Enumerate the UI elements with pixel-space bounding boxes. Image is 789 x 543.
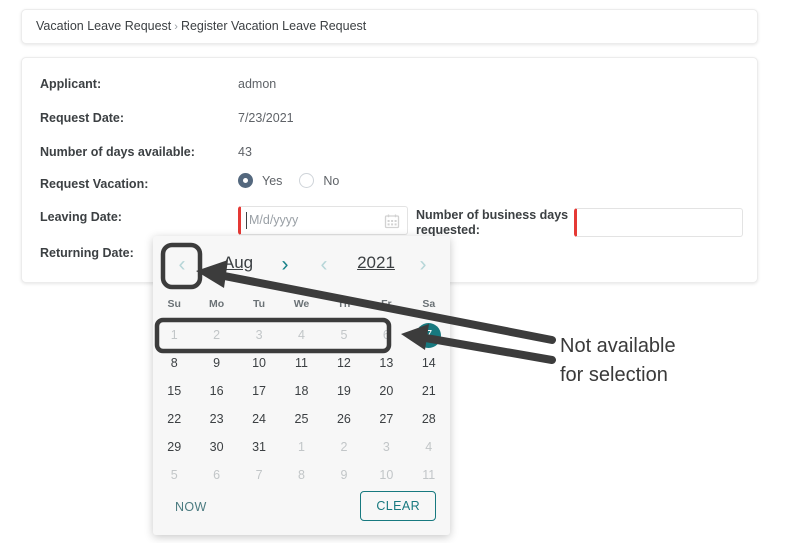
day-cell[interactable]: 31	[238, 433, 280, 461]
radio-yes[interactable]	[238, 173, 253, 188]
breadcrumb-current: Register Vacation Leave Request	[180, 19, 367, 33]
day-cell: 6	[213, 468, 221, 482]
day-cell: 9	[340, 468, 348, 482]
chevron-right-icon-year[interactable]: ›	[412, 253, 434, 277]
day-cell[interactable]: 10	[238, 349, 280, 377]
day-cell[interactable]: 17	[238, 377, 280, 405]
business-days-label: Number of business days requested:	[416, 208, 569, 237]
day-cell: 4	[298, 328, 305, 342]
leaving-date-placeholder: M/d/yyyy	[249, 213, 299, 227]
business-days-input[interactable]	[574, 208, 743, 237]
day-cell: 8	[298, 468, 305, 482]
day-cell[interactable]: 20	[365, 377, 407, 405]
weekday-we: We	[293, 298, 310, 310]
weekday-fr: Fr	[381, 298, 392, 310]
breadcrumb-card: Vacation Leave Request › Register Vacation…	[21, 9, 758, 44]
day-cell[interactable]: 16	[195, 377, 237, 405]
day-cell: 5	[340, 328, 348, 342]
day-cell: 7	[255, 468, 263, 482]
date-picker-header: ‹ Aug › ‹ 2021 ›	[153, 236, 450, 294]
day-cell: 6	[382, 328, 390, 342]
clear-button[interactable]: CLEAR	[360, 491, 436, 521]
applicant-value: admon	[238, 77, 277, 91]
day-cell: 5	[170, 468, 178, 482]
day-cell[interactable]: 30	[195, 433, 237, 461]
day-cell[interactable]: 24	[238, 405, 280, 433]
day-cell: 3	[255, 328, 263, 342]
request-vacation-label: Request Vacation:	[40, 177, 149, 191]
day-cell: 11	[422, 468, 436, 482]
breadcrumb: Vacation Leave Request › Register Vacation…	[36, 19, 366, 33]
chevron-right-icon-month[interactable]: ›	[274, 253, 296, 277]
radio-no-label[interactable]: No	[323, 174, 339, 188]
weekday-header-row: Su Mo Tu We Th Fr Sa	[153, 298, 450, 310]
day-cell: 1	[298, 440, 305, 454]
day-cell: 2	[213, 328, 221, 342]
breadcrumb-separator-icon: ›	[174, 21, 178, 33]
weekday-th: Th	[337, 298, 351, 310]
day-grid: 1 2 3 4 5 6 7 8 9 10 11 12 13 14 15 16 17 18 19 20 21 22 23 24 2…	[153, 321, 450, 489]
month-title[interactable]: Aug	[208, 253, 268, 273]
date-picker-footer: NOW CLEAR	[153, 491, 450, 527]
request-date-label: Request Date:	[40, 111, 125, 125]
day-cell[interactable]: 12	[323, 349, 365, 377]
day-cell[interactable]: 19	[323, 377, 365, 405]
day-cell[interactable]: 14	[408, 349, 450, 377]
day-cell: 1	[170, 328, 178, 342]
field-row-request-date: Request Date: 7/23/2021	[40, 110, 740, 134]
text-caret	[246, 212, 247, 229]
chevron-left-icon-month[interactable]: ‹	[171, 253, 193, 277]
day-cell[interactable]: 27	[365, 405, 407, 433]
day-cell[interactable]: 26	[323, 405, 365, 433]
chevron-left-icon-year[interactable]: ‹	[313, 253, 335, 277]
request-vacation-radio-group: Yes No	[238, 173, 347, 188]
days-available-label: Number of days available:	[40, 145, 195, 159]
day-cell[interactable]: 21	[408, 377, 450, 405]
weekday-mo: Mo	[209, 298, 225, 310]
day-cell[interactable]: 13	[365, 349, 407, 377]
day-cell: 10	[379, 468, 394, 482]
radio-no[interactable]	[299, 173, 315, 188]
day-cell[interactable]: 18	[280, 377, 322, 405]
field-row-applicant: Applicant: admon	[40, 76, 740, 100]
day-cell[interactable]: 22	[153, 405, 195, 433]
radio-yes-label[interactable]: Yes	[262, 174, 282, 188]
day-cell: 4	[425, 440, 433, 454]
field-row-days-available: Number of days available: 43	[40, 144, 740, 168]
leaving-date-label: Leaving Date:	[40, 210, 122, 224]
now-button[interactable]: NOW	[175, 500, 207, 514]
weekday-tu: Tu	[253, 298, 266, 310]
day-cell[interactable]: 28	[408, 405, 450, 433]
annotation-text: Not available for selection	[560, 335, 676, 386]
weekday-su: Su	[167, 298, 181, 310]
day-cell[interactable]: 29	[153, 433, 195, 461]
request-date-value: 7/23/2021	[238, 111, 294, 125]
day-cell[interactable]: 8	[153, 349, 195, 377]
day-cell[interactable]: 9	[195, 349, 237, 377]
day-cell[interactable]: 11	[280, 349, 322, 377]
applicant-label: Applicant:	[40, 77, 102, 91]
day-cell: 7	[408, 321, 450, 349]
leaving-date-input[interactable]: M/d/yyyy	[238, 206, 408, 235]
days-available-value: 43	[238, 145, 252, 159]
day-cell: 3	[382, 440, 390, 454]
day-cell[interactable]: 25	[280, 405, 322, 433]
calendar-icon[interactable]	[384, 213, 400, 229]
day-cell: 2	[340, 440, 348, 454]
date-picker-popup: ‹ Aug › ‹ 2021 › Su Mo Tu We Th Fr Sa 12…	[153, 236, 450, 535]
breadcrumb-parent[interactable]: Vacation Leave Request	[36, 19, 171, 33]
weekday-sa: Sa	[422, 298, 436, 310]
field-row-request-vacation: Request Vacation: Yes No	[40, 173, 740, 200]
day-cell[interactable]: 15	[153, 377, 195, 405]
year-title[interactable]: 2021	[343, 253, 409, 273]
day-cell[interactable]: 23	[195, 405, 237, 433]
today-pill[interactable]: 7	[416, 322, 442, 348]
